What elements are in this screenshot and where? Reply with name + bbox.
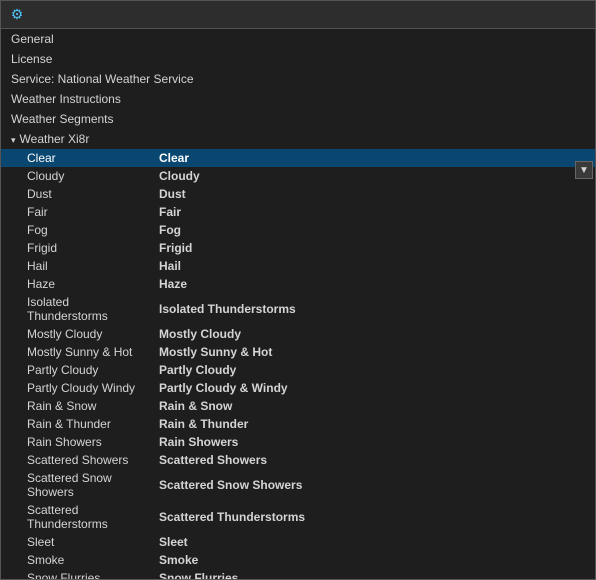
col-left: Rain & Thunder (1, 416, 149, 432)
table-row[interactable]: Isolated ThunderstormsIsolated Thunderst… (1, 293, 595, 325)
dropdown-arrow[interactable]: ▼ (575, 161, 593, 179)
nav-item-service[interactable]: Service: National Weather Service (1, 69, 595, 89)
table-row[interactable]: DustDust (1, 185, 595, 203)
col-right: Isolated Thunderstorms (149, 301, 595, 317)
nav-section: GeneralLicenseService: National Weather … (1, 29, 595, 149)
close-button[interactable] (559, 4, 587, 26)
table-row[interactable]: Rain ShowersRain Showers (1, 433, 595, 451)
maximize-button[interactable] (529, 4, 557, 26)
col-right: Partly Cloudy (149, 362, 595, 378)
col-left: Fog (1, 222, 149, 238)
table-row[interactable]: Rain & ThunderRain & Thunder (1, 415, 595, 433)
table-row[interactable]: ClearClear (1, 149, 595, 167)
col-left: Scattered Showers (1, 452, 149, 468)
main-area: GeneralLicenseService: National Weather … (1, 29, 595, 579)
col-right: Fog (149, 222, 595, 238)
nav-item-license[interactable]: License (1, 49, 595, 69)
col-left: Fair (1, 204, 149, 220)
col-right: Dust (149, 186, 595, 202)
col-right: Frigid (149, 240, 595, 256)
nav-item-weather-instructions[interactable]: Weather Instructions (1, 89, 595, 109)
nav-item-weather-segments[interactable]: Weather Segments (1, 109, 595, 129)
table-section: ClearClearCloudyCloudyDustDustFairFairFo… (1, 149, 595, 579)
nav-item-general[interactable]: General (1, 29, 595, 49)
col-left: Hail (1, 258, 149, 274)
title-bar: ⚙ (1, 1, 595, 29)
nav-item-weather-xi8r[interactable]: ▾Weather Xi8r (1, 129, 595, 149)
col-left: Rain Showers (1, 434, 149, 450)
configuration-window: ⚙ GeneralLicenseService: National Weathe… (0, 0, 596, 580)
col-right: Snow Flurries (149, 570, 595, 579)
col-left: Dust (1, 186, 149, 202)
col-left: Smoke (1, 552, 149, 568)
col-left: Mostly Sunny & Hot (1, 344, 149, 360)
main-content: GeneralLicenseService: National Weather … (1, 29, 595, 579)
table-row[interactable]: CloudyCloudy (1, 167, 595, 185)
col-left: Rain & Snow (1, 398, 149, 414)
minimize-button[interactable] (499, 4, 527, 26)
col-right: Fair (149, 204, 595, 220)
col-left: Clear (1, 150, 149, 166)
col-left: Scattered Thunderstorms (1, 502, 149, 532)
col-left: Snow Flurries (1, 570, 149, 579)
table-row[interactable]: SmokeSmoke (1, 551, 595, 569)
table-row[interactable]: FogFog (1, 221, 595, 239)
col-left: Frigid (1, 240, 149, 256)
table-row[interactable]: HailHail (1, 257, 595, 275)
table-row[interactable]: Rain & SnowRain & Snow (1, 397, 595, 415)
col-left: Haze (1, 276, 149, 292)
table-row[interactable]: SleetSleet (1, 533, 595, 551)
table-row[interactable]: Mostly Sunny & HotMostly Sunny & Hot (1, 343, 595, 361)
col-right: Sleet (149, 534, 595, 550)
col-right: Rain & Thunder (149, 416, 595, 432)
col-right: Mostly Cloudy (149, 326, 595, 342)
col-right: Smoke (149, 552, 595, 568)
table-row[interactable]: FrigidFrigid (1, 239, 595, 257)
table-row[interactable]: Scattered ShowersScattered Showers (1, 451, 595, 469)
col-right: Scattered Thunderstorms (149, 509, 595, 525)
table-row[interactable]: FairFair (1, 203, 595, 221)
table-row[interactable]: Partly Cloudy WindyPartly Cloudy & Windy (1, 379, 595, 397)
table-row[interactable]: HazeHaze (1, 275, 595, 293)
col-right: Scattered Snow Showers (149, 477, 595, 493)
col-right: Scattered Showers (149, 452, 595, 468)
col-left: Sleet (1, 534, 149, 550)
window-controls (499, 4, 587, 26)
col-right: Clear (149, 150, 595, 166)
col-left: Scattered Snow Showers (1, 470, 149, 500)
col-right: Mostly Sunny & Hot (149, 344, 595, 360)
col-right: Cloudy (149, 168, 595, 184)
col-left: Partly Cloudy (1, 362, 149, 378)
col-left: Partly Cloudy Windy (1, 380, 149, 396)
table-row[interactable]: Scattered Snow ShowersScattered Snow Sho… (1, 469, 595, 501)
table-row[interactable]: Mostly CloudyMostly Cloudy (1, 325, 595, 343)
table-row[interactable]: Scattered ThunderstormsScattered Thunder… (1, 501, 595, 533)
app-icon: ⚙ (9, 7, 25, 23)
col-left: Mostly Cloudy (1, 326, 149, 342)
col-right: Rain Showers (149, 434, 595, 450)
weather-table: ClearClearCloudyCloudyDustDustFairFairFo… (1, 149, 595, 579)
col-right: Hail (149, 258, 595, 274)
table-row[interactable]: Snow FlurriesSnow Flurries (1, 569, 595, 579)
col-right: Rain & Snow (149, 398, 595, 414)
col-left: Cloudy (1, 168, 149, 184)
col-left: Isolated Thunderstorms (1, 294, 149, 324)
col-right: Partly Cloudy & Windy (149, 380, 595, 396)
col-right: Haze (149, 276, 595, 292)
table-row[interactable]: Partly CloudyPartly Cloudy (1, 361, 595, 379)
